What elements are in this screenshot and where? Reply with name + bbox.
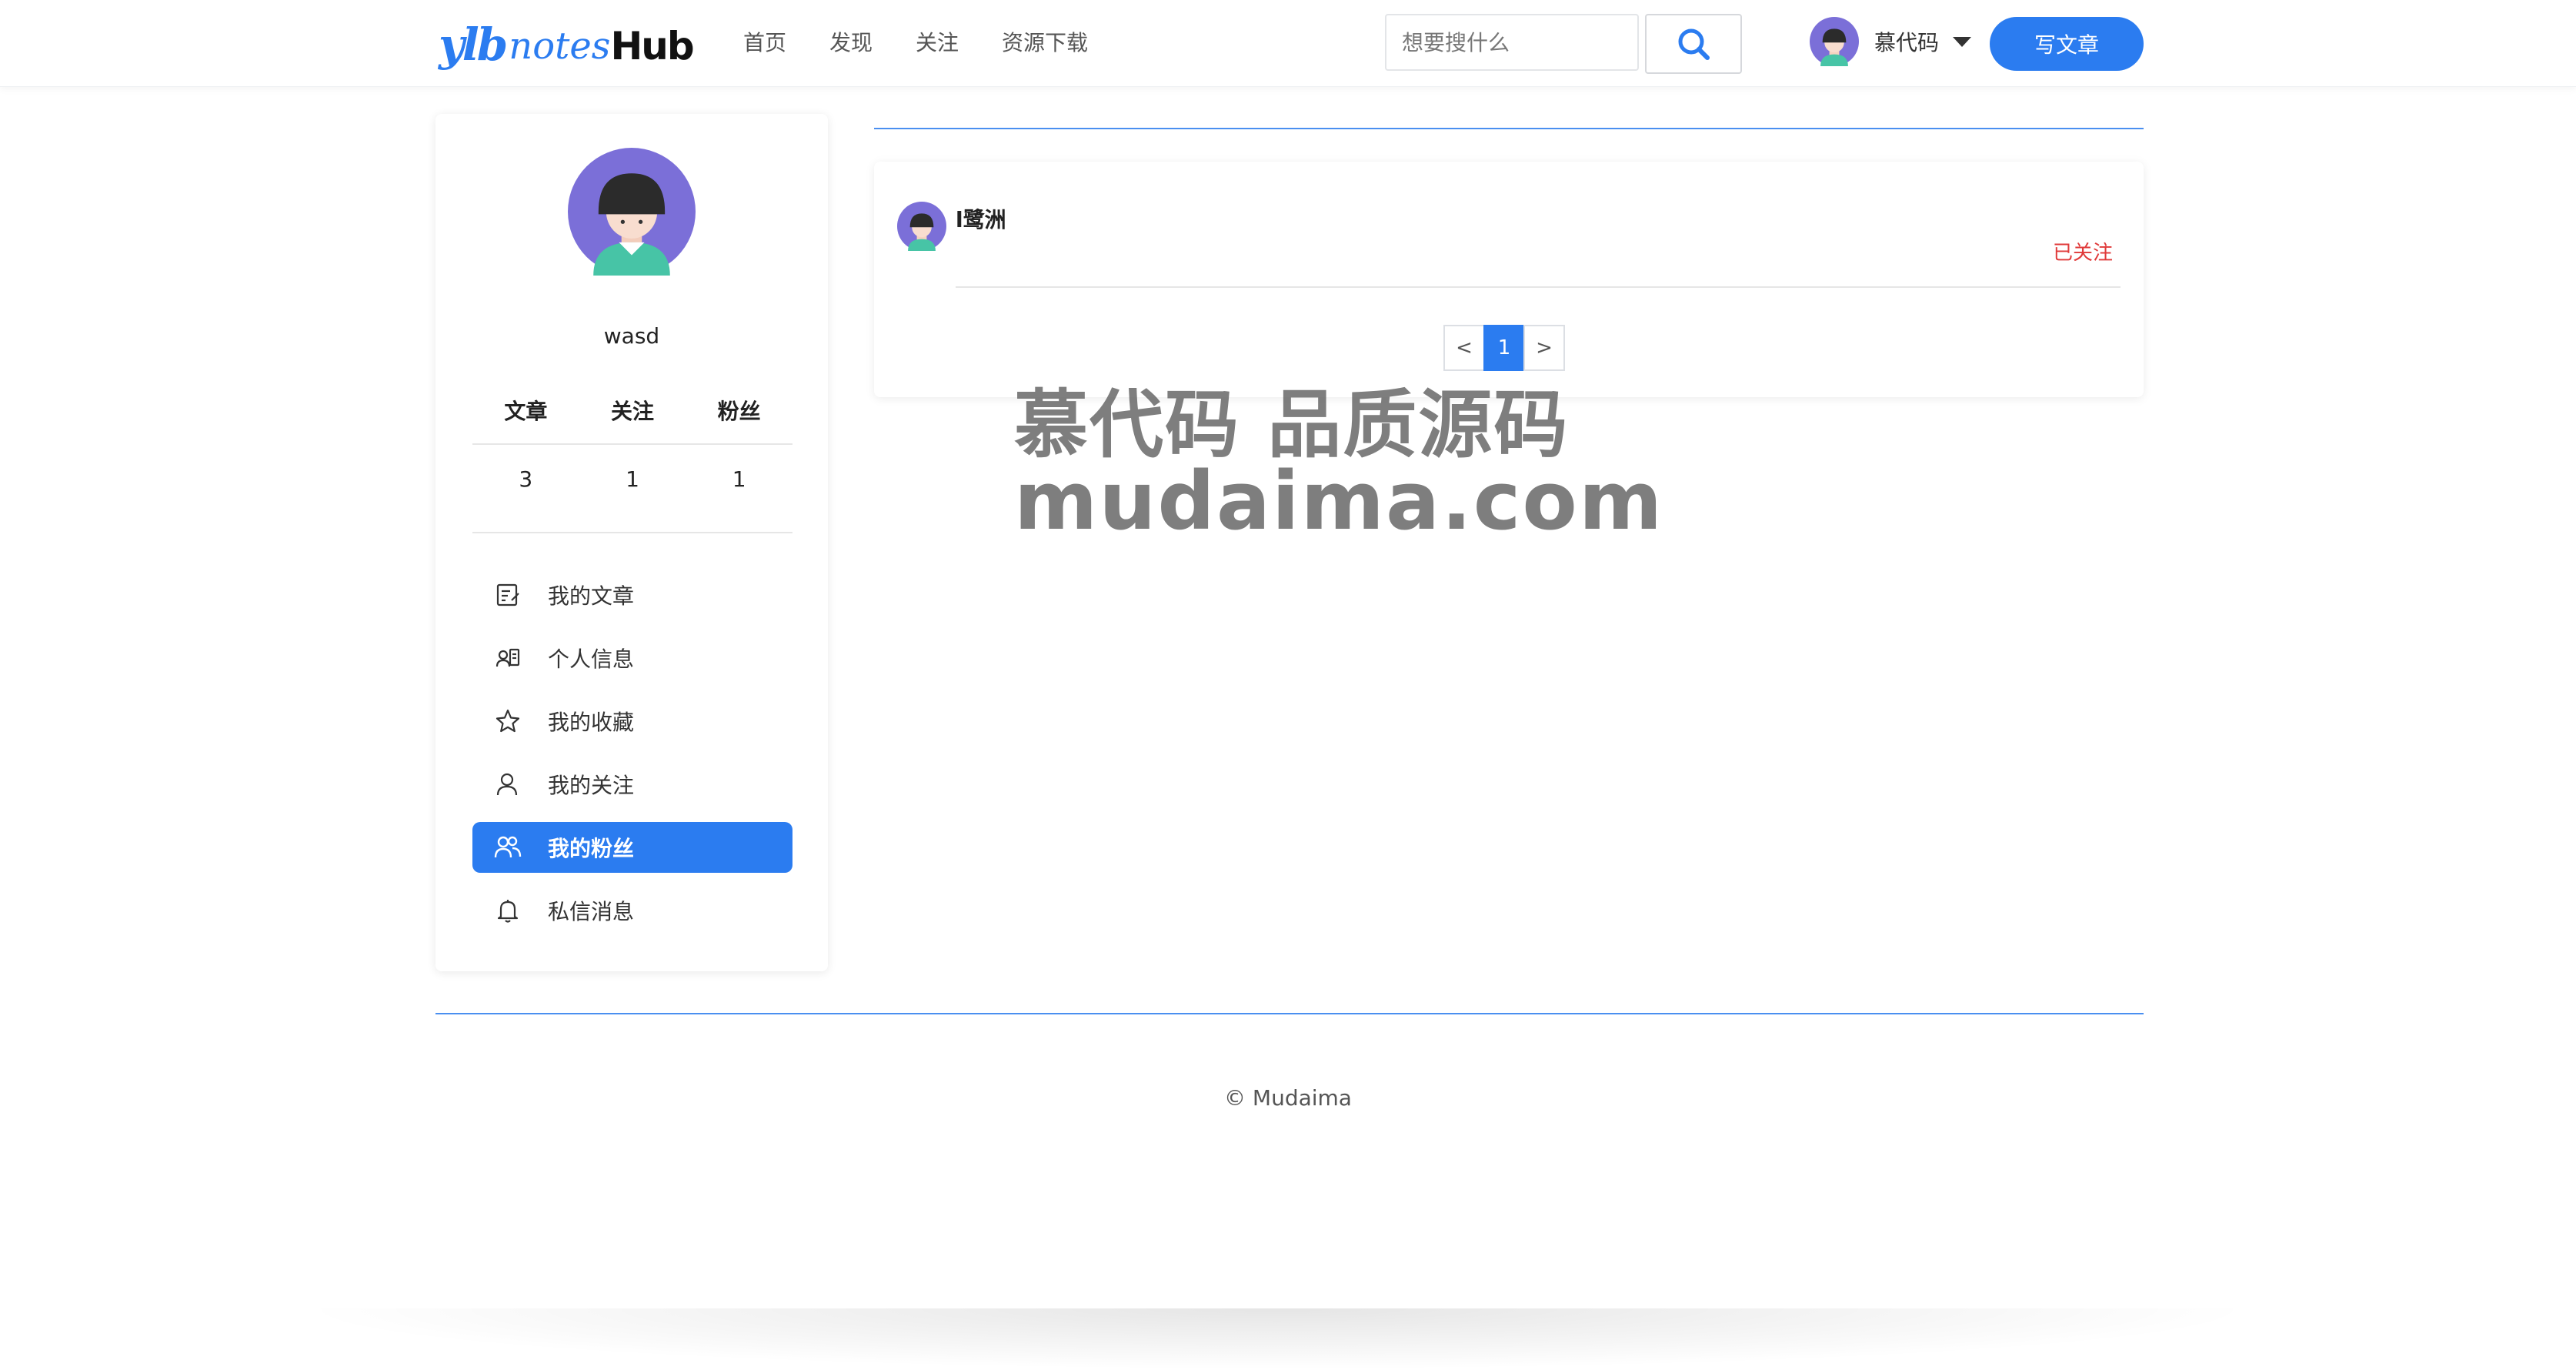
nav-home[interactable]: 首页 <box>743 26 786 60</box>
stat-value-following[interactable]: 1 <box>579 460 686 499</box>
next-page-button[interactable]: > <box>1523 325 1565 371</box>
menu-label: 我的粉丝 <box>548 836 635 861</box>
divider <box>472 532 792 533</box>
menu-label: 我的文章 <box>548 583 635 609</box>
content-top-divider <box>874 128 2144 129</box>
logo-part-hub: Hub <box>610 24 694 68</box>
search-button[interactable] <box>1645 14 1742 74</box>
stats-values: 3 1 1 <box>472 460 792 499</box>
search-input[interactable] <box>1385 14 1639 71</box>
write-article-button[interactable]: 写文章 <box>1990 17 2144 71</box>
menu-label: 个人信息 <box>548 647 635 672</box>
menu-label: 我的收藏 <box>548 710 635 735</box>
current-page-button[interactable]: 1 <box>1483 325 1525 371</box>
menu-label: 我的关注 <box>548 773 635 798</box>
top-navbar: ylb notes Hub 首页 发现 关注 资源下载 慕代码 写文章 <box>0 0 2576 87</box>
logo-part-ylb: ylb <box>439 18 508 71</box>
watermark-line-2: mudaima.com <box>1014 454 1664 548</box>
user-icon <box>494 770 522 798</box>
menu-item-messages[interactable]: 私信消息 <box>472 885 792 936</box>
divider <box>472 443 792 445</box>
footer-divider <box>435 1013 2144 1014</box>
menu-item-following[interactable]: 我的关注 <box>472 759 792 810</box>
stat-label-following: 关注 <box>611 399 655 424</box>
site-logo[interactable]: ylb notes Hub <box>439 18 695 71</box>
fans-list-card: l鹭洲 已关注 < 1 > <box>874 162 2144 397</box>
pagination: < 1 > <box>1443 325 1565 371</box>
bottom-shadow <box>292 1308 2262 1370</box>
edit-document-icon <box>494 581 522 609</box>
stats-labels: 文章 关注 粉丝 <box>472 393 792 431</box>
user-name: 慕代码 <box>1874 30 1940 55</box>
nav-downloads[interactable]: 资源下载 <box>1002 26 1088 60</box>
stat-label-articles: 文章 <box>504 399 548 424</box>
users-icon <box>494 834 522 861</box>
profile-menu: 我的文章 个人信息 我的收藏 我的关注 我的粉丝 私信消息 <box>472 570 792 948</box>
divider <box>956 286 2121 288</box>
avatar[interactable] <box>897 202 946 251</box>
profile-sidebar: wasd 文章 关注 粉丝 3 1 1 我的文章 个人信息 我的收藏 我的关注 … <box>435 114 828 971</box>
menu-item-my-articles[interactable]: 我的文章 <box>472 570 792 620</box>
profile-username: wasd <box>603 323 660 349</box>
menu-item-fans[interactable]: 我的粉丝 <box>472 822 792 873</box>
bell-icon <box>494 897 522 924</box>
follow-status-button[interactable]: 已关注 <box>2053 237 2113 266</box>
avatar <box>568 148 696 276</box>
menu-label: 私信消息 <box>548 899 635 924</box>
stat-label-fans: 粉丝 <box>717 399 761 424</box>
id-card-icon <box>494 644 522 672</box>
menu-item-favorites[interactable]: 我的收藏 <box>472 696 792 747</box>
nav-discover[interactable]: 发现 <box>829 26 873 60</box>
nav-follow[interactable]: 关注 <box>916 26 959 60</box>
stat-value-articles[interactable]: 3 <box>472 460 579 499</box>
fan-name[interactable]: l鹭洲 <box>956 203 1006 234</box>
star-icon <box>494 707 522 735</box>
avatar <box>1810 17 1859 66</box>
footer-copyright: © Mudaima <box>1224 1085 1352 1111</box>
user-menu[interactable]: 慕代码 <box>1810 17 1972 66</box>
search-icon <box>1678 28 1710 60</box>
logo-part-notes: notes <box>509 25 611 68</box>
main-nav: 首页 发现 关注 资源下载 <box>743 26 1131 60</box>
chevron-down-icon <box>1953 36 1972 47</box>
prev-page-button[interactable]: < <box>1443 325 1485 371</box>
stat-value-fans[interactable]: 1 <box>686 460 792 499</box>
menu-item-profile-info[interactable]: 个人信息 <box>472 633 792 683</box>
